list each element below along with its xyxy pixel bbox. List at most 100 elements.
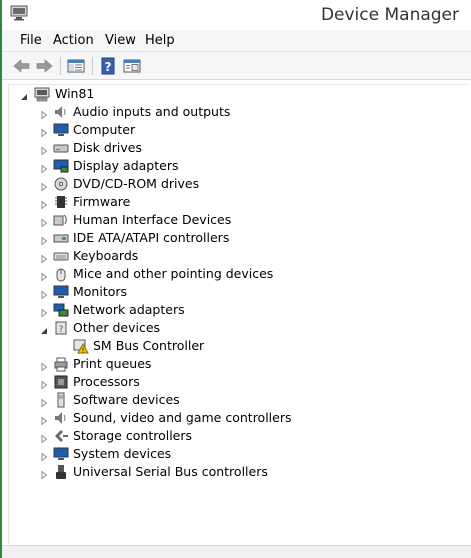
- title-bar[interactable]: Device Manager: [2, 0, 471, 30]
- tree-category-row[interactable]: Firmware: [9, 193, 449, 211]
- expand-arrow-icon[interactable]: [39, 287, 49, 300]
- tree-category-row[interactable]: System devices: [9, 445, 449, 463]
- expand-arrow-icon[interactable]: [39, 179, 49, 192]
- tree-category-label: Universal Serial Bus controllers: [73, 464, 268, 479]
- tree-category-row[interactable]: Universal Serial Bus controllers: [9, 463, 449, 481]
- tree-category-label: Computer: [73, 122, 136, 137]
- properties-button[interactable]: [122, 56, 142, 76]
- menu-file[interactable]: File: [16, 33, 46, 48]
- device-manager-window: Device Manager File Action View Help ? W…: [0, 0, 471, 558]
- device-manager-app-icon: [10, 5, 28, 21]
- properties-icon: [123, 59, 141, 73]
- expand-arrow-icon[interactable]: [39, 251, 49, 264]
- toolbar-separator: [92, 57, 93, 75]
- expand-arrow-icon[interactable]: [39, 125, 49, 138]
- console-tree-icon: [67, 59, 85, 73]
- tree-category-row[interactable]: Processors: [9, 373, 449, 391]
- tree-root-node[interactable]: Win81: [9, 85, 449, 103]
- firmware-chip-icon: [53, 194, 69, 210]
- tree-category-label: Firmware: [73, 194, 131, 209]
- menu-help[interactable]: Help: [141, 33, 179, 48]
- computer-icon: [53, 122, 69, 138]
- tree-category-row[interactable]: Display adapters: [9, 157, 449, 175]
- toolbar: ?: [2, 52, 471, 80]
- tree-root-label: Win81: [55, 86, 95, 101]
- collapse-arrow-icon[interactable]: [19, 89, 29, 100]
- svg-text:?: ?: [59, 325, 64, 335]
- tree-category-row[interactable]: ? Other devices: [9, 319, 449, 337]
- mouse-icon: [53, 266, 69, 282]
- storage-controller-icon: [53, 428, 69, 444]
- expand-arrow-icon[interactable]: [39, 161, 49, 174]
- expand-arrow-icon[interactable]: [39, 377, 49, 390]
- expand-arrow-icon[interactable]: [39, 395, 49, 408]
- tree-category-label: Keyboards: [73, 248, 139, 263]
- tree-category-row[interactable]: Mice and other pointing devices: [9, 265, 449, 283]
- tree-category-row[interactable]: Audio inputs and outputs: [9, 103, 449, 121]
- svg-text:?: ?: [105, 60, 112, 74]
- expand-arrow-icon[interactable]: [39, 431, 49, 444]
- network-adapter-icon: [53, 302, 69, 318]
- tree-category-row[interactable]: Sound, video and game controllers: [9, 409, 449, 427]
- tree-category-label: IDE ATA/ATAPI controllers: [73, 230, 230, 245]
- menu-view[interactable]: View: [101, 33, 140, 48]
- expand-arrow-icon[interactable]: [39, 413, 49, 426]
- expand-arrow-icon[interactable]: [39, 197, 49, 210]
- dvd-drive-icon: [53, 176, 69, 192]
- tree-category-row[interactable]: Storage controllers: [9, 427, 449, 445]
- tree-category-label: Print queues: [73, 356, 152, 371]
- printer-icon: [53, 356, 69, 372]
- forward-arrow-icon: [36, 59, 53, 73]
- expand-arrow-icon[interactable]: [39, 449, 49, 462]
- ide-controller-icon: [53, 230, 69, 246]
- expand-arrow-icon[interactable]: [39, 359, 49, 372]
- tree-category-label: Sound, video and game controllers: [73, 410, 292, 425]
- forward-button[interactable]: [34, 56, 54, 76]
- expand-arrow-icon[interactable]: [39, 269, 49, 282]
- tree-category-row[interactable]: Network adapters: [9, 301, 449, 319]
- window-edge: [0, 0, 2, 558]
- expand-arrow-icon[interactable]: [39, 305, 49, 318]
- tree-category-row[interactable]: IDE ATA/ATAPI controllers: [9, 229, 449, 247]
- display-adapter-icon: [53, 158, 69, 174]
- software-device-icon: [53, 392, 69, 408]
- status-bar: [2, 545, 471, 558]
- tree-category-row[interactable]: Human Interface Devices: [9, 211, 449, 229]
- collapse-arrow-icon[interactable]: [39, 323, 49, 334]
- tree-category-label: Software devices: [73, 392, 180, 407]
- svg-text:!: !: [82, 347, 85, 355]
- show-hide-console-tree-button[interactable]: [66, 56, 86, 76]
- tree-category-label: Disk drives: [73, 140, 142, 155]
- tree-category-row[interactable]: Disk drives: [9, 139, 449, 157]
- expand-arrow-icon[interactable]: [39, 107, 49, 120]
- disk-drive-icon: [53, 140, 69, 156]
- tree-device-label: SM Bus Controller: [93, 338, 205, 353]
- tree-category-row[interactable]: Print queues: [9, 355, 449, 373]
- expand-arrow-icon[interactable]: [39, 467, 49, 480]
- menu-action[interactable]: Action: [49, 33, 98, 48]
- tree-category-row[interactable]: Computer: [9, 121, 449, 139]
- expand-arrow-icon[interactable]: [39, 215, 49, 228]
- computer-root-icon: [34, 86, 50, 102]
- expand-arrow-icon[interactable]: [39, 143, 49, 156]
- tree-category-label: Audio inputs and outputs: [73, 104, 231, 119]
- tree-category-row[interactable]: Keyboards: [9, 247, 449, 265]
- hid-icon: [53, 212, 69, 228]
- speaker-icon: [53, 104, 69, 120]
- tree-category-row[interactable]: Software devices: [9, 391, 449, 409]
- processor-icon: [53, 374, 69, 390]
- device-tree[interactable]: Win81 Audio inputs and outputs Computer Di…: [8, 84, 467, 543]
- keyboard-icon: [53, 248, 69, 264]
- help-button[interactable]: ?: [98, 56, 118, 76]
- other-devices-icon: ?: [53, 320, 69, 336]
- tree-category-row[interactable]: DVD/CD-ROM drives: [9, 175, 449, 193]
- back-button[interactable]: [12, 56, 32, 76]
- system-devices-icon: [53, 446, 69, 462]
- tree-category-label: Storage controllers: [73, 428, 193, 443]
- expand-arrow-icon[interactable]: [39, 233, 49, 246]
- tree-category-row[interactable]: Monitors: [9, 283, 449, 301]
- help-book-icon: ?: [101, 57, 115, 75]
- tree-device-row[interactable]: ! SM Bus Controller: [9, 337, 449, 355]
- tree-category-label: Monitors: [73, 284, 128, 299]
- back-arrow-icon: [13, 59, 30, 73]
